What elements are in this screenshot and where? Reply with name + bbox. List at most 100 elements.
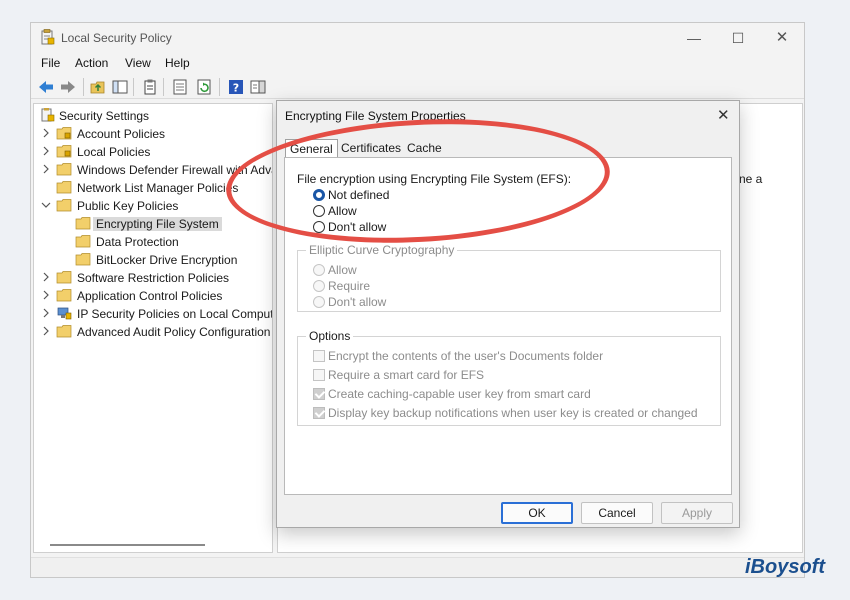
horizontal-scrollbar[interactable] [50,544,205,546]
minimize-button[interactable]: — [683,29,705,47]
forward-arrow-icon[interactable] [59,78,77,96]
tree-item-application-control[interactable]: Application Control Policies [34,287,272,305]
chevron-right-icon[interactable] [41,146,51,156]
apply-button[interactable]: Apply [661,502,733,524]
tree-item-advanced-audit[interactable]: Advanced Audit Policy Configuration [34,323,272,341]
toolbar-separator [133,78,134,96]
checkbox-require-smartcard[interactable] [313,369,325,381]
folder-icon [75,217,91,230]
tree-item-security-settings[interactable]: Security Settings [34,107,272,125]
watermark-logo: iBoysoft [745,556,825,578]
radio-not-defined-label: Not defined [328,188,390,202]
radio-dont-allow[interactable] [313,221,325,233]
checkbox-caching-key-label: Create caching-capable user key from sma… [328,387,591,401]
folder-icon [56,271,72,284]
folder-icon [56,289,72,302]
tree-item-bitlocker[interactable]: BitLocker Drive Encryption [34,251,272,269]
menu-file[interactable]: File [41,56,60,70]
folder-lock-icon [56,127,72,140]
help-icon[interactable]: ? [227,78,245,96]
folder-icon [56,325,72,338]
tab-certificates[interactable]: Certificates [337,139,405,157]
radio-dont-allow-label: Don't allow [328,220,387,234]
tree-item-label: BitLocker Drive Encryption [96,253,238,267]
up-folder-icon[interactable] [89,78,107,96]
tree-item-label: Advanced Audit Policy Configuration [77,325,271,339]
radio-ecc-require-label: Require [328,279,371,293]
chevron-right-icon[interactable] [41,128,51,138]
chevron-right-icon[interactable] [41,272,51,282]
clipboard-icon[interactable] [141,78,159,96]
tree-item-ip-security-policies[interactable]: IP Security Policies on Local Computer [34,305,273,323]
radio-ecc-allow[interactable] [313,264,325,276]
ok-button[interactable]: OK [501,502,573,524]
folder-icon [75,253,91,266]
tree-item-windows-defender-firewall[interactable]: Windows Defender Firewall with Advanced … [34,161,272,179]
maximize-button[interactable]: ☐ [727,29,749,47]
menu-view[interactable]: View [125,56,151,70]
folder-icon [75,235,91,248]
refresh-icon[interactable] [195,78,213,96]
ecc-legend: Elliptic Curve Cryptography [306,243,458,257]
radio-not-defined[interactable] [313,189,325,201]
window-title: Local Security Policy [61,31,172,45]
radio-ecc-require[interactable] [313,280,325,292]
radio-ecc-dont-allow[interactable] [313,296,325,308]
menu-bar: File Action View Help [31,53,804,73]
chevron-down-icon[interactable] [41,200,51,210]
tree-item-local-policies[interactable]: Local Policies [34,143,272,161]
efs-heading: File encryption using Encrypting File Sy… [297,172,572,186]
tree-item-software-restriction[interactable]: Software Restriction Policies [34,269,272,287]
properties-icon[interactable] [171,78,189,96]
ip-security-icon [57,307,72,320]
radio-allow[interactable] [313,205,325,217]
tree-item-public-key-policies[interactable]: Public Key Policies [34,197,272,215]
options-legend: Options [306,329,354,343]
dialog-close-button[interactable]: ✕ [717,106,730,124]
checkbox-encrypt-documents-label: Encrypt the contents of the user's Docum… [328,349,604,363]
details-text: ne a [739,172,763,186]
show-hide-tree-icon[interactable] [111,78,129,96]
checkbox-backup-notify-label: Display key backup notifications when us… [328,406,698,420]
checkbox-caching-key[interactable] [313,388,325,400]
chevron-right-icon[interactable] [41,290,51,300]
radio-ecc-allow-label: Allow [328,263,357,277]
tree-item-label: Account Policies [77,127,166,141]
back-arrow-icon[interactable] [37,78,55,96]
tree-item-label: IP Security Policies on Local Computer [77,307,273,321]
dialog-title: Encrypting File System Properties [285,109,466,123]
toolbar-separator [83,78,84,96]
checkbox-require-smartcard-label: Require a smart card for EFS [328,368,485,382]
folder-icon [56,181,72,194]
console-tree: Security Settings Account Policies Local… [33,103,273,553]
folder-lock-icon [56,145,72,158]
title-bar: Local Security Policy — ☐ ✕ [31,23,804,53]
security-policy-icon [41,108,55,122]
tree-item-label: Encrypting File System [93,217,222,231]
tab-cache[interactable]: Cache [403,139,446,157]
menu-action[interactable]: Action [75,56,108,70]
checkbox-backup-notify[interactable] [313,407,325,419]
action-pane-icon[interactable] [249,78,267,96]
tree-item-label: Software Restriction Policies [77,271,230,285]
tree-item-data-protection[interactable]: Data Protection [34,233,272,251]
tree-item-label: Windows Defender Firewall with Advanced … [77,163,272,177]
toolbar-separator [163,78,164,96]
toolbar: ? [31,75,804,99]
efs-properties-dialog: Encrypting File System Properties ✕ Gene… [276,100,740,528]
chevron-right-icon[interactable] [41,308,51,318]
close-window-button[interactable]: ✕ [771,29,793,47]
menu-help[interactable]: Help [165,56,190,70]
chevron-right-icon[interactable] [41,164,51,174]
tree-item-account-policies[interactable]: Account Policies [34,125,272,143]
checkbox-encrypt-documents[interactable] [313,350,325,362]
cancel-button[interactable]: Cancel [581,502,653,524]
status-bar [31,557,804,577]
chevron-right-icon[interactable] [41,326,51,336]
security-policy-icon [41,29,55,45]
tree-item-network-list-manager[interactable]: Network List Manager Policies [34,179,272,197]
tab-general[interactable]: General [285,139,338,158]
tree-item-label: Public Key Policies [77,199,179,213]
tree-item-label: Network List Manager Policies [77,181,239,195]
tree-item-encrypting-file-system[interactable]: Encrypting File System [34,215,272,233]
